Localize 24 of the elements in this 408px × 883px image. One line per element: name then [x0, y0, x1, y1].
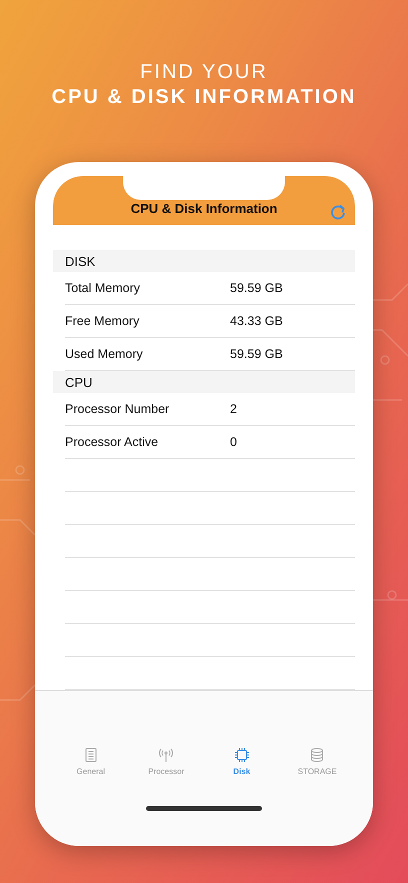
chip-icon	[234, 747, 250, 763]
tab[interactable]: STORAGE	[280, 747, 355, 776]
row-value: 43.33 GB	[230, 314, 283, 328]
refresh-icon[interactable]	[329, 203, 347, 221]
tab[interactable]: General	[53, 747, 128, 776]
notebook-icon	[82, 747, 99, 763]
row-label: Total Memory	[65, 281, 142, 295]
tab[interactable]: Processor	[128, 747, 204, 776]
antenna-icon	[158, 747, 174, 763]
row-label: Processor Number	[65, 402, 170, 416]
section-header: DISK	[53, 250, 355, 272]
row-value: 59.59 GB	[230, 281, 283, 295]
row-value: 2	[230, 402, 237, 416]
headline: CPU & DISK INFORMATION	[52, 85, 356, 110]
database-icon	[309, 747, 326, 763]
headline: FIND YOUR	[140, 60, 268, 84]
row-label: Used Memory	[65, 347, 144, 361]
nav-title: CPU & Disk Information	[130, 200, 278, 216]
row-label: Processor Active	[65, 435, 160, 449]
row-value: 0	[230, 435, 237, 449]
tab[interactable]: Disk	[204, 747, 280, 776]
row-value: 59.59 GB	[230, 347, 283, 361]
row-label: Free Memory	[65, 314, 140, 328]
section-header: CPU	[53, 371, 355, 393]
